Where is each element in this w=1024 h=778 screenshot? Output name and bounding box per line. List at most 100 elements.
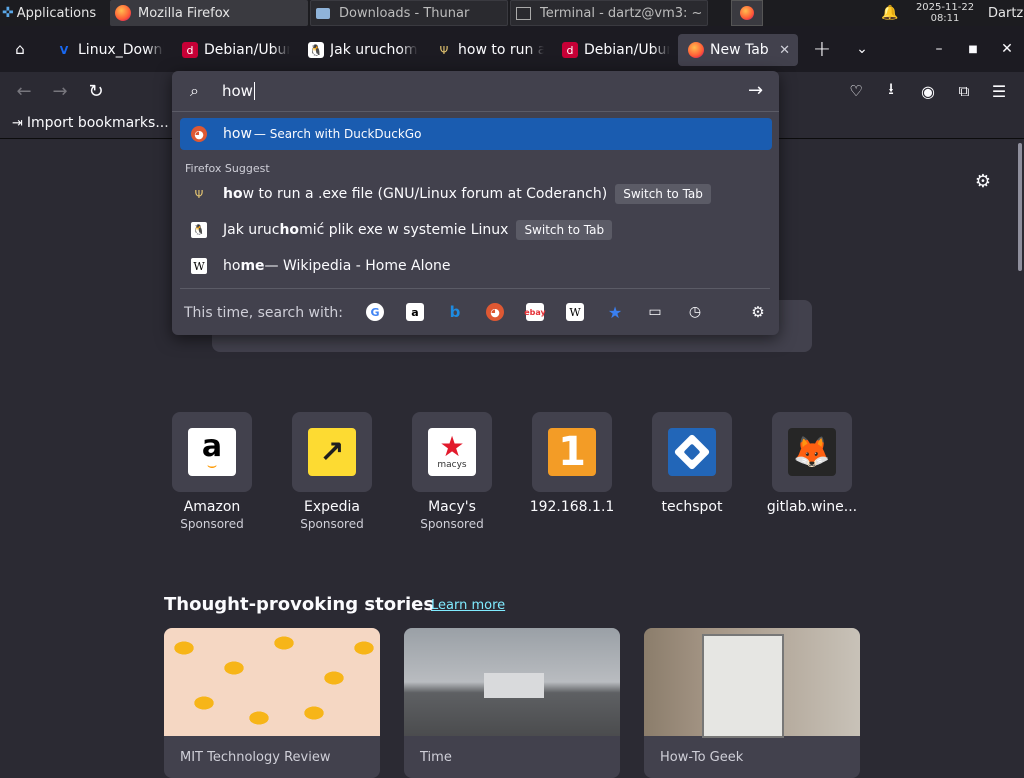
bookmarks-star-icon[interactable]: ★ (606, 303, 624, 322)
pocket-icon[interactable]: ♡ (842, 77, 870, 105)
google-icon[interactable]: G (366, 303, 384, 321)
scrollbar-thumb[interactable] (1018, 143, 1022, 271)
xfce-logo-icon: ✜ (2, 5, 14, 21)
topsite-label: Expedia (304, 499, 360, 515)
forward-arrow-icon[interactable]: → (46, 77, 74, 105)
sponsored-label: Sponsored (180, 517, 244, 531)
duckduckgo-icon: ◕ (191, 126, 207, 142)
task-thunar[interactable]: Downloads - Thunar (310, 0, 508, 26)
close-window-icon[interactable]: ✕ (993, 35, 1021, 63)
stories-heading: Thought-provoking stories (164, 594, 435, 615)
urlbar-input[interactable]: how (222, 82, 722, 100)
switch-to-tab-button[interactable]: Switch to Tab (615, 184, 711, 204)
gear-icon[interactable]: ⚙ (969, 167, 997, 195)
sponsored-label: Sponsored (300, 517, 364, 531)
topsite-macys[interactable]: ★ macys (412, 412, 492, 492)
topsite-label: Amazon (183, 499, 241, 515)
section-label: Firefox Suggest (185, 162, 270, 175)
story-image-harddrive (644, 628, 860, 738)
topsite-label: gitlab.wine... (766, 499, 858, 515)
story-card[interactable]: MIT Technology Review (164, 628, 380, 778)
suggestion-jak-uruchomic[interactable]: 🐧 Jak uruc ho mić plik exe w systemie Linu… (180, 214, 772, 246)
vagrant-icon: V (59, 43, 69, 57)
go-arrow-icon[interactable]: → (748, 80, 763, 101)
app-menu-icon[interactable]: ☰ (985, 77, 1013, 105)
maximize-icon[interactable]: ■ (959, 35, 987, 63)
coderanch-icon: Ψ (439, 43, 449, 57)
new-tab-button[interactable]: + (808, 35, 836, 63)
divider (172, 111, 779, 112)
coderanch-icon: Ψ (194, 187, 204, 201)
topsite-amazon[interactable]: a ⌣ (172, 412, 252, 492)
debian-icon: d (562, 42, 578, 58)
firefox-window-icon (740, 6, 754, 20)
sponsored-label: Sponsored (420, 517, 484, 531)
search-icon: ⌕ (190, 81, 199, 100)
urlbar-popup: ⌕ how → ◕ how — Search with DuckDuckGo F… (172, 71, 779, 335)
techspot-icon (668, 428, 716, 476)
list-all-tabs-icon[interactable]: ⌄ (848, 35, 876, 63)
tabs-icon[interactable]: ▭ (646, 303, 664, 321)
topsite-gitlab[interactable]: 🦊 (772, 412, 852, 492)
import-bookmarks-button[interactable]: ⇥ Import bookmarks... (12, 115, 169, 131)
extensions-icon[interactable]: ⧉ (950, 77, 978, 105)
story-source: MIT Technology Review (180, 750, 331, 765)
minimize-icon[interactable]: – (925, 35, 953, 63)
search-with-label: This time, search with: (184, 305, 343, 321)
topsite-label: techspot (661, 499, 723, 515)
back-arrow-icon[interactable]: ← (10, 77, 38, 105)
suggestion-coderanch[interactable]: Ψ ho w to run a .exe file (GNU/Linux foru… (180, 178, 772, 210)
tab-jak-uruchomic[interactable]: 🐧 Jak uruchomić (298, 34, 418, 66)
story-card[interactable]: Time (404, 628, 620, 778)
tab-debian-ubuntu-2[interactable]: d Debian/Ubuntu (552, 34, 670, 66)
wikipedia-icon: W (191, 258, 207, 274)
user-menu[interactable]: Dartz (988, 0, 1024, 26)
task-firefox[interactable]: Mozilla Firefox (110, 0, 308, 26)
topsite-techspot[interactable] (652, 412, 732, 492)
story-card[interactable]: How-To Geek (644, 628, 860, 778)
duckduckgo-icon[interactable]: ◕ (486, 303, 504, 321)
account-icon[interactable]: ◉ (914, 77, 942, 105)
applications-menu[interactable]: ✜ Applications (2, 0, 108, 26)
tux-icon: 🐧 (191, 222, 207, 238)
story-image-capsules (164, 628, 380, 736)
amazon-icon[interactable]: a (406, 303, 424, 321)
tab-how-to-run[interactable]: Ψ how to run a .exe (426, 34, 544, 66)
workspace-switcher[interactable] (731, 0, 763, 26)
number-one-icon: 1 (548, 428, 596, 476)
search-settings-gear-icon[interactable]: ⚙ (749, 303, 767, 321)
firefox-icon (115, 5, 131, 21)
wikipedia-icon[interactable]: W (566, 303, 584, 321)
tab-linux-downloads[interactable]: V Linux_Downloads (46, 34, 164, 66)
tab-debian-ubuntu-1[interactable]: d Debian/Ubuntu (172, 34, 290, 66)
reload-icon[interactable]: ↻ (82, 77, 110, 105)
macys-star-icon: ★ macys (428, 428, 476, 476)
story-source: How-To Geek (660, 750, 744, 765)
topsite-label: Macy's (428, 499, 476, 515)
suggestion-search-duckduckgo[interactable]: ◕ how — Search with DuckDuckGo (180, 118, 772, 150)
learn-more-link[interactable]: Learn more (431, 598, 505, 613)
clock[interactable]: 2025-11-22 08:11 (905, 0, 985, 26)
topsite-router[interactable]: 1 (532, 412, 612, 492)
notification-bell-icon[interactable]: 🔔 (880, 0, 900, 26)
tab-new-tab[interactable]: New Tab ✕ (678, 34, 798, 66)
import-icon: ⇥ (12, 115, 23, 131)
task-terminal[interactable]: Terminal - dartz@vm3: ~ (510, 0, 708, 26)
topsite-expedia[interactable]: ↗ (292, 412, 372, 492)
topsite-label: 192.168.1.1 (529, 499, 615, 515)
suggestion-wikipedia-home[interactable]: W ho me — Wikipedia - Home Alone (180, 250, 772, 282)
ebay-icon[interactable]: ebay (524, 303, 546, 321)
divider (180, 288, 770, 289)
close-tab-icon[interactable]: ✕ (779, 43, 790, 58)
gitlab-fox-icon: 🦊 (788, 428, 836, 476)
switch-to-tab-button[interactable]: Switch to Tab (516, 220, 613, 240)
desktop-panel: ✜ Applications Mozilla Firefox Downloads… (0, 0, 1024, 26)
downloads-icon[interactable]: ⭳ (877, 77, 905, 105)
story-image-building (404, 628, 620, 736)
story-source: Time (420, 750, 452, 765)
bing-icon[interactable]: b (446, 303, 464, 321)
history-clock-icon[interactable]: ◷ (686, 303, 704, 321)
tab-strip: ⌂ V Linux_Downloads d Debian/Ubuntu 🐧 Ja… (0, 26, 1024, 72)
firefox-icon (688, 42, 704, 58)
firefox-view-icon[interactable]: ⌂ (6, 35, 34, 63)
